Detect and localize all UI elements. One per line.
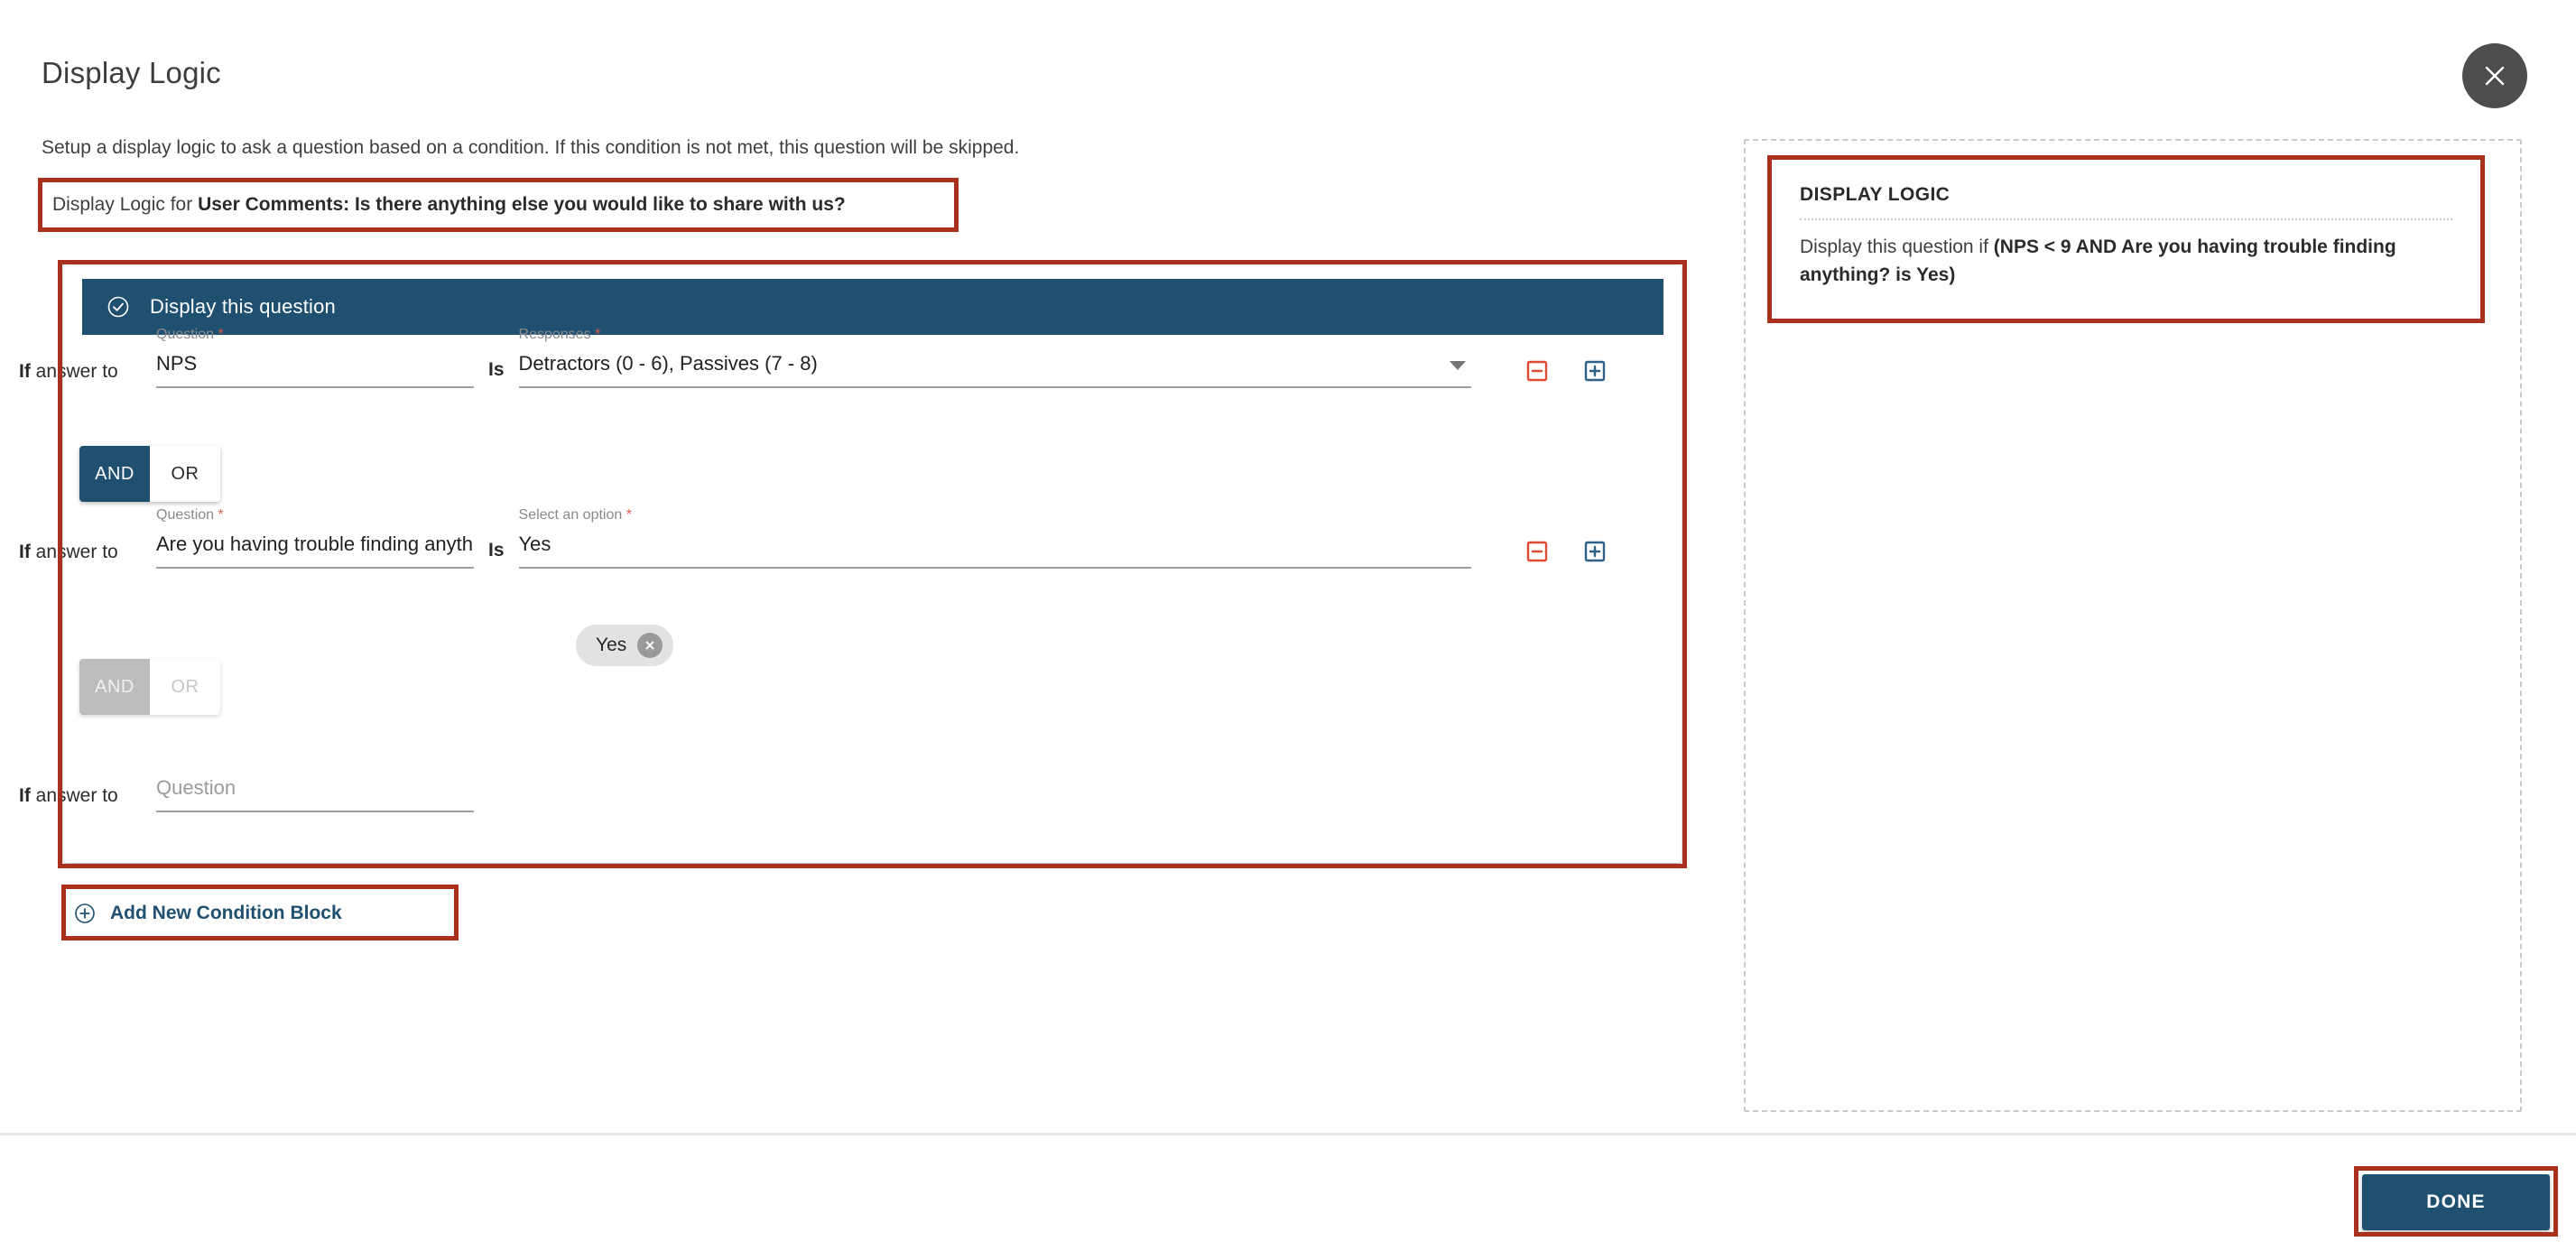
question-field-label-2: Question * <box>156 507 224 523</box>
answer-to-words-1: answer to <box>30 361 118 382</box>
check-circle-icon <box>107 295 130 319</box>
and-or-toggle-2: AND OR <box>79 659 220 715</box>
if-word-3: If <box>19 785 31 806</box>
select-option-field-2[interactable]: Select an option * Yes <box>518 507 1471 569</box>
display-logic-modal: Display Logic Setup a display logic to a… <box>0 0 2576 1251</box>
minus-square-icon[interactable] <box>1524 357 1551 385</box>
required-asterisk: * <box>218 327 224 342</box>
operator-label-1: Is <box>488 359 505 380</box>
plus-circle-icon <box>74 903 96 924</box>
condition-row-3: If answer to Question <box>19 776 474 812</box>
if-answer-to-label-3: If answer to <box>19 785 156 812</box>
condition-row-1: If answer to Question * NPS Is Responses… <box>19 327 1608 388</box>
for-prefix: Display Logic for <box>52 194 199 215</box>
or-segment-2: OR <box>150 659 220 715</box>
summary-text: Display this question if (NPS < 9 AND Ar… <box>1800 233 2452 289</box>
done-button[interactable]: DONE <box>2362 1174 2550 1230</box>
footer-divider <box>0 1133 2576 1135</box>
and-or-toggle-1[interactable]: AND OR <box>79 446 220 502</box>
required-asterisk: * <box>218 507 224 523</box>
question-field-1[interactable]: Question * NPS <box>156 327 474 388</box>
summary-title: DISPLAY LOGIC <box>1800 184 1951 205</box>
display-logic-for-line: Display Logic for User Comments: Is ther… <box>52 192 846 218</box>
answer-to-words-3: answer to <box>30 785 118 806</box>
condition-row-2: If answer to Question * Are you having t… <box>19 507 1608 569</box>
required-asterisk: * <box>595 327 601 342</box>
question-field-value-1[interactable]: NPS <box>156 352 474 388</box>
or-segment-1[interactable]: OR <box>150 446 220 502</box>
close-glyph <box>2485 66 2505 86</box>
add-new-condition-block-label: Add New Condition Block <box>110 903 342 923</box>
selected-option-chip[interactable]: Yes <box>576 625 674 666</box>
and-segment-2: AND <box>79 659 150 715</box>
add-new-condition-block-button[interactable]: Add New Condition Block <box>74 895 342 931</box>
select-option-field-value-2[interactable]: Yes <box>518 533 1471 569</box>
question-field-3[interactable]: Question <box>156 776 474 812</box>
display-logic-summary-card: DISPLAY LOGIC Display this question if (… <box>1780 168 2472 310</box>
minus-square-icon[interactable] <box>1524 538 1551 565</box>
summary-text-prefix: Display this question if <box>1800 236 1994 257</box>
if-answer-to-label-2: If answer to <box>19 542 156 569</box>
close-icon[interactable] <box>2462 43 2527 108</box>
summary-divider <box>1800 218 2452 220</box>
required-asterisk: * <box>625 507 632 523</box>
condition-block-header: Display this question <box>82 279 1663 335</box>
condition-block-header-label: Display this question <box>150 295 336 318</box>
operator-label-2: Is <box>488 540 505 561</box>
and-segment-1[interactable]: AND <box>79 446 150 502</box>
for-question-name: User Comments: Is there anything else yo… <box>198 194 846 215</box>
if-word-2: If <box>19 542 31 562</box>
chip-remove-icon[interactable] <box>637 633 663 658</box>
modal-subtitle: Setup a display logic to ask a question … <box>42 137 1020 158</box>
plus-square-icon[interactable] <box>1581 538 1608 565</box>
question-field-2[interactable]: Question * Are you having trouble findin… <box>156 507 474 569</box>
chip-label: Yes <box>596 635 627 655</box>
if-word-1: If <box>19 361 31 382</box>
row-actions-1 <box>1493 357 1608 388</box>
row-actions-2 <box>1493 538 1608 569</box>
responses-field-value-1[interactable]: Detractors (0 - 6), Passives (7 - 8) <box>518 352 1471 388</box>
chevron-down-icon[interactable] <box>1449 361 1466 370</box>
question-field-value-2[interactable]: Are you having trouble finding anything? <box>156 533 474 569</box>
page-title: Display Logic <box>42 56 221 89</box>
plus-square-icon[interactable] <box>1581 357 1608 385</box>
question-field-label-1: Question * <box>156 327 224 342</box>
select-option-field-label-2: Select an option * <box>518 507 632 523</box>
responses-field-label-1: Responses * <box>518 327 601 342</box>
answer-to-words-2: answer to <box>30 542 118 562</box>
responses-field-1[interactable]: Responses * Detractors (0 - 6), Passives… <box>518 327 1471 388</box>
question-field-placeholder-3[interactable]: Question <box>156 776 474 812</box>
if-answer-to-label-1: If answer to <box>19 361 156 388</box>
